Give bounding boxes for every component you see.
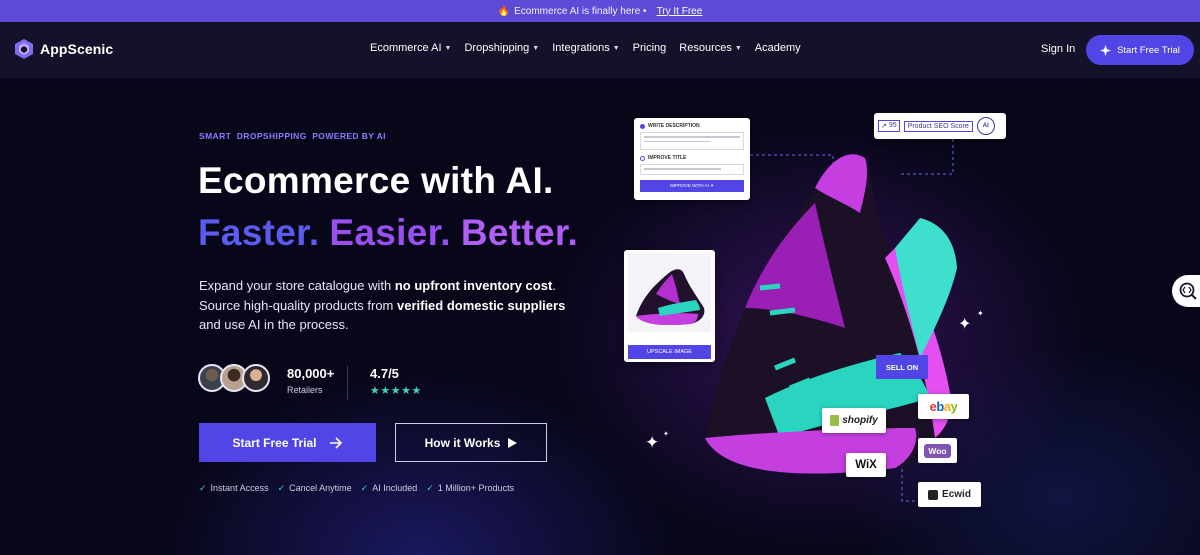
menu-item-resources[interactable]: Resources ▼ [679,42,742,54]
chevron-down-icon: ▼ [532,44,540,52]
chevron-down-icon: ▼ [612,44,620,52]
start-free-trial-button[interactable]: Start Free Trial [1086,35,1194,65]
woocommerce-logo: Woo [918,438,957,463]
ai-writer-card: WRITE DESCRIPTION IMPROVE TITLE IMPROVE … [634,118,750,200]
sparkle-icon: ✦ [958,316,972,333]
wix-logo: WiX [846,453,886,477]
title-preview [640,164,744,175]
connector-lines [750,139,954,502]
seo-score-badge: ↗ 95 [878,120,900,132]
menu-item-pricing[interactable]: Pricing [633,42,667,54]
menu-item-integrations[interactable]: Integrations ▼ [552,42,619,54]
spark-icon [1100,44,1112,56]
sneaker-thumbnail [628,254,711,332]
improve-title-option[interactable]: IMPROVE TITLE [640,155,744,161]
ecwid-logo: Ecwid [918,482,981,507]
brand-logo[interactable]: AppScenic [14,38,113,60]
write-description-option[interactable]: WRITE DESCRIPTION [640,123,744,129]
menu-item-dropshipping[interactable]: Dropshipping ▼ [464,42,539,54]
sparkle-icon: ✦ [645,433,660,452]
chevron-down-icon: ▼ [444,44,452,52]
seo-score-label: Product SEO Score [903,120,973,132]
ai-badge-icon: AI [976,117,995,135]
promo-bar: 🔥 Ecommerce AI is finally here • Try It … [0,0,1200,22]
hero-section: SMART DROPSHIPPING POWERED BY AI Ecommer… [0,78,1200,555]
seo-score-card: ↗ 95 Product SEO Score AI [874,113,1006,139]
fire-icon: 🔥 [497,5,511,17]
menu-item-academy[interactable]: Academy [755,42,801,54]
ai-search-tab[interactable] [1172,275,1200,307]
promo-link[interactable]: Try It Free [657,6,703,17]
sparkle-icon: ✦ [977,309,984,318]
upscale-image-button[interactable]: UPSCALE IMAGE [628,345,711,359]
ecwid-icon [928,489,939,500]
sparkle-icon: ✦ [663,431,669,438]
logo-icon [15,39,33,59]
description-preview [640,132,744,150]
sell-on-label: SELL ON [876,355,928,379]
ebay-logo: ebay [918,394,969,419]
promo-text: Ecommerce AI is finally here • [514,5,647,17]
trend-up-icon: ↗ [881,123,887,130]
sign-in-link[interactable]: Sign In [1041,43,1075,55]
top-navigation: AppScenic Ecommerce AI ▼ Dropshipping ▼ In… [0,22,1200,78]
ai-search-icon [1179,282,1197,300]
menu-item-ecommerce-ai[interactable]: Ecommerce AI ▼ [370,42,451,54]
main-menu: Ecommerce AI ▼ Dropshipping ▼ Integrations… [370,42,801,54]
improve-with-ai-button[interactable]: IMPROVE WITH AI ✦ [640,180,744,192]
brand-name: AppScenic [40,41,114,57]
chevron-down-icon: ▼ [734,44,742,52]
shopify-logo: shopify [822,408,886,433]
shopify-bag-icon [830,415,840,426]
upscale-image-card: UPSCALE IMAGE [624,250,715,362]
